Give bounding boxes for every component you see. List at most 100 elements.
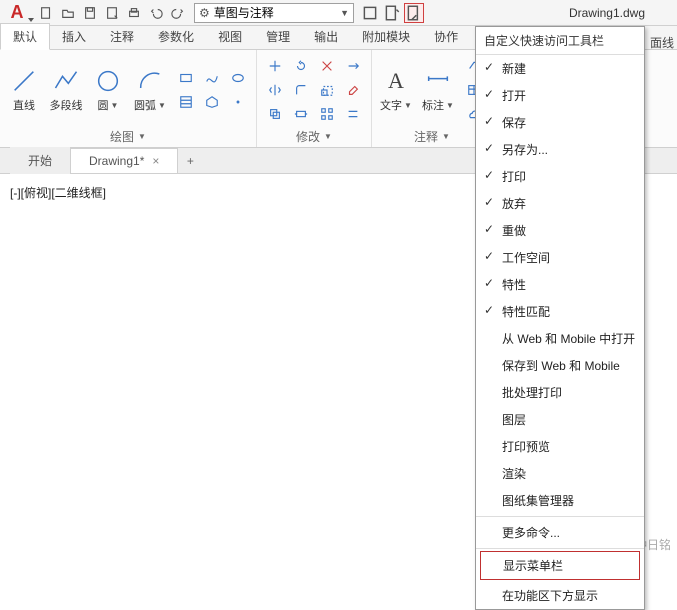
dim-label: 标注: [422, 97, 444, 113]
menu-item-batchplot[interactable]: 批处理打印: [476, 379, 644, 406]
scale-icon[interactable]: [315, 79, 339, 101]
workspace-combo[interactable]: ⚙ 草图与注释 ▼: [194, 3, 354, 23]
chevron-down-icon: ▼: [340, 8, 349, 18]
sheet-icon[interactable]: [382, 3, 402, 23]
menu-item-webopen[interactable]: 从 Web 和 Mobile 中打开: [476, 325, 644, 352]
panel-modify-title: 修改: [296, 128, 320, 145]
point-icon[interactable]: [226, 91, 250, 113]
undo-icon[interactable]: [146, 3, 166, 23]
tab-parametric[interactable]: 参数化: [146, 24, 206, 49]
tab-default[interactable]: 默认: [0, 23, 50, 50]
menu-title: 自定义快速访问工具栏: [476, 27, 644, 55]
arc-button[interactable]: 圆弧▼: [132, 67, 168, 113]
trim-icon[interactable]: [315, 55, 339, 77]
new-icon[interactable]: [36, 3, 56, 23]
fillet-icon[interactable]: [289, 79, 313, 101]
menu-item-below-ribbon[interactable]: 在功能区下方显示: [476, 582, 644, 609]
close-icon[interactable]: ×: [152, 154, 159, 168]
chevron-down-icon: ▼: [446, 101, 454, 110]
doc-tab-start-label: 开始: [28, 152, 52, 169]
polygon-icon[interactable]: [200, 91, 224, 113]
arc-label: 圆弧: [134, 97, 156, 113]
tab-annotate[interactable]: 注释: [98, 24, 146, 49]
rotate-icon[interactable]: [289, 55, 313, 77]
qat-customize-menu: 自定义快速访问工具栏 新建 打开 保存 另存为... 打印 放弃 重做 工作空间…: [475, 26, 645, 610]
panel-annot-title: 注释: [414, 128, 438, 145]
menu-item-websave[interactable]: 保存到 Web 和 Mobile: [476, 352, 644, 379]
menu-item-open[interactable]: 打开: [476, 82, 644, 109]
polyline-label: 多段线: [50, 97, 83, 113]
menu-item-print[interactable]: 打印: [476, 163, 644, 190]
menu-item-showmenubar[interactable]: 显示菜单栏: [480, 551, 640, 580]
ellipse-icon[interactable]: [226, 67, 250, 89]
menu-item-properties[interactable]: 特性: [476, 271, 644, 298]
panel-modify: 修改▼: [257, 50, 372, 147]
menu-item-new[interactable]: 新建: [476, 55, 644, 82]
dimension-button[interactable]: 标注▼: [420, 67, 456, 113]
tab-addins[interactable]: 附加模块: [350, 24, 422, 49]
menu-separator: [476, 548, 644, 549]
circle-label: 圆: [98, 97, 109, 113]
menu-item-redo[interactable]: 重做: [476, 217, 644, 244]
spline-icon[interactable]: [200, 67, 224, 89]
qat-customize-button[interactable]: [404, 3, 424, 23]
chevron-down-icon: ▼: [442, 132, 450, 141]
tab-manage[interactable]: 管理: [254, 24, 302, 49]
add-tab-button[interactable]: +: [178, 149, 202, 173]
menu-item-undo[interactable]: 放弃: [476, 190, 644, 217]
title-buttons: [360, 3, 424, 23]
menu-item-more[interactable]: 更多命令...: [476, 519, 644, 546]
text-label: 文字: [380, 97, 402, 113]
quick-access-toolbar: [36, 3, 188, 23]
circle-button[interactable]: 圆▼: [90, 67, 126, 113]
text-button[interactable]: A文字▼: [378, 67, 414, 113]
hatch-icon[interactable]: [174, 91, 198, 113]
saveas-icon[interactable]: [102, 3, 122, 23]
draw-small-buttons: [174, 67, 250, 113]
extend-icon[interactable]: [341, 55, 365, 77]
panel-draw: 直线 多段线 圆▼ 圆弧▼ 绘图 ▼: [0, 50, 257, 147]
right-strip-text: 面线: [647, 34, 677, 51]
menu-item-preview[interactable]: 打印预览: [476, 433, 644, 460]
array-icon[interactable]: [315, 103, 339, 125]
doc-tab-drawing1-label: Drawing1*: [89, 154, 144, 168]
redo-icon[interactable]: [168, 3, 188, 23]
tab-output[interactable]: 输出: [302, 24, 350, 49]
menu-item-matchprop[interactable]: 特性匹配: [476, 298, 644, 325]
stretch-icon[interactable]: [289, 103, 313, 125]
menu-item-sheetset[interactable]: 图纸集管理器: [476, 487, 644, 514]
tab-view[interactable]: 视图: [206, 24, 254, 49]
print-icon[interactable]: [124, 3, 144, 23]
title-bar: A ⚙ 草图与注释 ▼ Drawing1.dwg: [0, 0, 677, 26]
menu-item-render[interactable]: 渲染: [476, 460, 644, 487]
mirror-icon[interactable]: [263, 79, 287, 101]
menu-item-saveas[interactable]: 另存为...: [476, 136, 644, 163]
app-menu-button[interactable]: A: [2, 0, 32, 26]
doc-tab-start[interactable]: 开始: [10, 147, 71, 174]
move-icon[interactable]: [263, 55, 287, 77]
erase-icon[interactable]: [341, 79, 365, 101]
document-title: Drawing1.dwg: [569, 6, 645, 20]
save-icon[interactable]: [80, 3, 100, 23]
tab-insert[interactable]: 插入: [50, 24, 98, 49]
menu-item-workspace[interactable]: 工作空间: [476, 244, 644, 271]
chevron-down-icon: ▼: [158, 101, 166, 110]
line-button[interactable]: 直线: [6, 67, 42, 113]
menu-separator: [476, 516, 644, 517]
modify-buttons: [263, 55, 365, 125]
panel-draw-title: 绘图: [110, 128, 134, 145]
polyline-button[interactable]: 多段线: [48, 67, 84, 113]
open-icon[interactable]: [58, 3, 78, 23]
share-icon[interactable]: [360, 3, 380, 23]
chevron-down-icon: ▼: [404, 101, 412, 110]
tab-collab[interactable]: 协作: [422, 24, 470, 49]
gear-icon: ⚙: [199, 6, 210, 20]
rect-icon[interactable]: [174, 67, 198, 89]
workspace-label: 草图与注释: [214, 4, 274, 21]
copy-icon[interactable]: [263, 103, 287, 125]
offset-icon[interactable]: [341, 103, 365, 125]
line-label: 直线: [13, 97, 35, 113]
menu-item-save[interactable]: 保存: [476, 109, 644, 136]
doc-tab-drawing1[interactable]: Drawing1* ×: [71, 148, 178, 173]
menu-item-layer[interactable]: 图层: [476, 406, 644, 433]
